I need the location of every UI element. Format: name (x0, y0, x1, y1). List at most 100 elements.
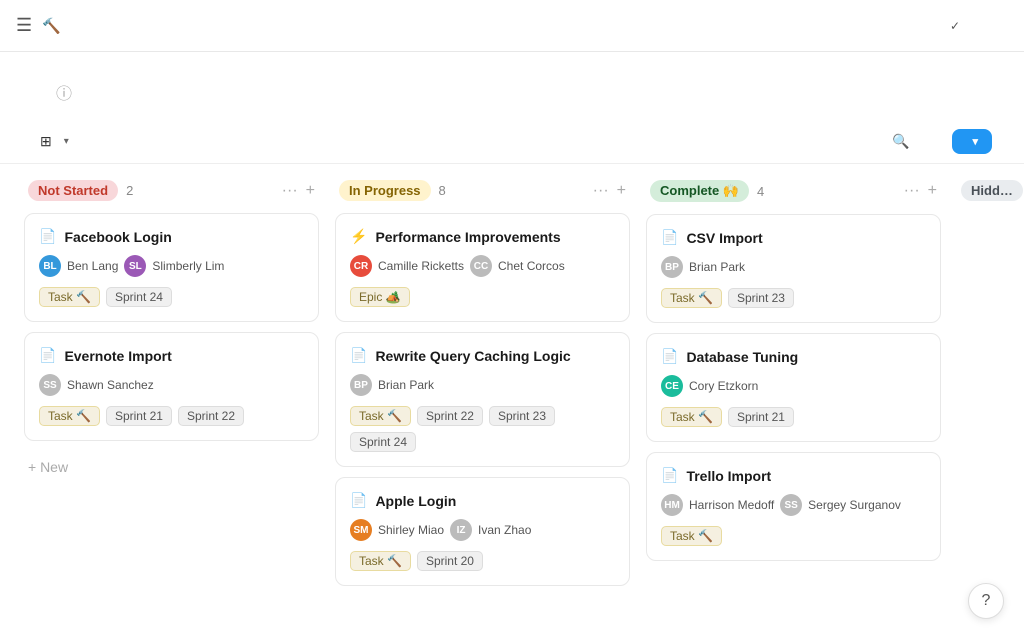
filter-button[interactable] (834, 138, 854, 146)
column-hidden: Hidd…···+ (957, 180, 1024, 601)
card[interactable]: 📄Rewrite Query Caching LogicBPBrian Park… (335, 332, 630, 467)
column-actions-complete: ··· + (904, 182, 937, 200)
avatar: BP (350, 374, 372, 396)
card-tags: Task 🔨 Sprint 22 Sprint 23 Sprint 24 (350, 406, 615, 452)
tag[interactable]: Sprint 22 (417, 406, 483, 426)
card-tags: Task 🔨 Sprint 24 (39, 287, 304, 307)
card[interactable]: 📄Database Tuning CE Cory Etzkorn Task 🔨 Spri… (646, 333, 941, 442)
tag[interactable]: Task 🔨 (39, 406, 100, 426)
search-button[interactable]: 🔍 (882, 129, 924, 154)
card-tags: Task 🔨 Sprint 21 Sprint 22 (39, 406, 304, 426)
col-add-icon[interactable]: + (928, 182, 937, 200)
avatar-name: Cory Etzkorn (689, 379, 758, 393)
tag[interactable]: Sprint 21 (106, 406, 172, 426)
doc-icon: 📄 (350, 492, 367, 509)
doc-icon: 📄 (661, 348, 678, 365)
avatar-name: Ivan Zhao (478, 523, 531, 537)
avatar: CR (350, 255, 372, 277)
col-more-icon[interactable]: ··· (282, 182, 298, 200)
page-header: ⓘ (0, 52, 1024, 120)
tag[interactable]: Sprint 23 (489, 406, 555, 426)
sort-button[interactable] (858, 138, 878, 146)
add-new-button[interactable]: + New (24, 451, 319, 483)
card[interactable]: 📄CSV Import BP Brian Park Task 🔨 Sprint 23 (646, 214, 941, 323)
card-title: 📄CSV Import (661, 229, 926, 246)
card-avatars: CRCamille RickettsCCChet Corcos (350, 255, 615, 277)
tag[interactable]: Task 🔨 (350, 551, 411, 571)
tag[interactable]: Task 🔨 (350, 406, 411, 426)
card-title: 📄Database Tuning (661, 348, 926, 365)
column-header-in-progress: In Progress8···+ (335, 180, 630, 201)
card-tags: Task 🔨 Sprint 23 (661, 288, 926, 308)
card[interactable]: 📄Trello ImportHMHarrison MedoffSSSergey … (646, 452, 941, 561)
tag[interactable]: Sprint 21 (728, 407, 794, 427)
avatar: BP (661, 256, 683, 278)
doc-icon: 📄 (39, 347, 56, 364)
col-more-icon[interactable]: ··· (593, 182, 609, 200)
col-add-icon[interactable]: + (617, 182, 626, 200)
tag[interactable]: Task 🔨 (39, 287, 100, 307)
toolbar-right: 🔍 ▾ (772, 129, 992, 154)
avatar: SM (350, 519, 372, 541)
lightning-icon: ⚡ (350, 228, 367, 245)
card-avatars: BP Brian Park (661, 256, 926, 278)
tag[interactable]: Sprint 23 (728, 288, 794, 308)
tag[interactable]: Sprint 20 (417, 551, 483, 571)
avatar: CE (661, 375, 683, 397)
avatar-name: Slimberly Lim (152, 259, 224, 273)
new-button[interactable]: ▾ (952, 129, 992, 154)
card-avatars: SMShirley MiaoIZIvan Zhao (350, 519, 615, 541)
tag[interactable]: Epic 🏕️ (350, 287, 410, 307)
column-actions-not-started: ··· + (282, 182, 315, 200)
col-add-icon[interactable]: + (306, 182, 315, 200)
toolbar: ⊞ ▾ 🔍 ▾ (0, 120, 1024, 164)
card[interactable]: 📄Apple Login SMShirley MiaoIZIvan Zhao Tas… (335, 477, 630, 586)
card-title: 📄Facebook Login (39, 228, 304, 245)
card-tags: Task 🔨 Sprint 20 (350, 551, 615, 571)
tag[interactable]: Sprint 24 (350, 432, 416, 452)
doc-icon: 📄 (661, 467, 678, 484)
card-avatars: CE Cory Etzkorn (661, 375, 926, 397)
board: Not Started2···+📄Facebook LoginBLBen Lan… (0, 164, 1024, 617)
status-badge-in-progress[interactable]: In Progress (339, 180, 431, 201)
status-badge-hidden[interactable]: Hidd… (961, 180, 1023, 201)
avatar-name: Shawn Sanchez (67, 378, 154, 392)
avatar: SS (780, 494, 802, 516)
tag[interactable]: Sprint 22 (178, 406, 244, 426)
doc-icon: 📄 (39, 228, 56, 245)
avatar-name: Ben Lang (67, 259, 118, 273)
card-title: 📄Apple Login (350, 492, 615, 509)
grid-icon: ⊞ (40, 133, 52, 150)
toolbar-more-button[interactable] (928, 138, 948, 146)
card-title: 📄Rewrite Query Caching Logic (350, 347, 615, 364)
status-badge-not-started[interactable]: Not Started (28, 180, 118, 201)
card[interactable]: 📄Facebook LoginBLBen LangSLSlimberly Lim… (24, 213, 319, 322)
by-status-button[interactable]: ⊞ ▾ (32, 129, 77, 154)
avatar: CC (470, 255, 492, 277)
card-title: 📄Evernote Import (39, 347, 304, 364)
group-by-button[interactable] (796, 130, 830, 154)
status-badge-complete[interactable]: Complete 🙌 (650, 180, 749, 202)
check-icon: ✓ (950, 19, 960, 33)
avatar-name: Brian Park (689, 260, 745, 274)
tag[interactable]: Sprint 24 (106, 287, 172, 307)
search-icon: 🔍 (892, 133, 909, 150)
info-icon[interactable]: ⓘ (56, 80, 72, 104)
tag[interactable]: Task 🔨 (661, 526, 722, 546)
menu-icon[interactable]: ☰ (16, 15, 32, 36)
card-title: ⚡Performance Improvements (350, 228, 615, 245)
tag[interactable]: Task 🔨 (661, 288, 722, 308)
help-button[interactable]: ? (968, 583, 1004, 619)
column-not-started: Not Started2···+📄Facebook LoginBLBen Lan… (24, 180, 319, 601)
doc-icon: 📄 (661, 229, 678, 246)
card[interactable]: 📄Evernote ImportSSShawn SanchezTask 🔨Spr… (24, 332, 319, 441)
new-chevron-icon: ▾ (972, 135, 978, 148)
card-tags: Epic 🏕️ (350, 287, 615, 307)
avatar-name: Camille Ricketts (378, 259, 464, 273)
nav-left: ☰ 🔨 (16, 15, 67, 36)
col-more-icon[interactable]: ··· (904, 182, 920, 200)
card[interactable]: ⚡Performance Improvements CR Camille Ricke… (335, 213, 630, 322)
tag[interactable]: Task 🔨 (661, 407, 722, 427)
column-header-not-started: Not Started2···+ (24, 180, 319, 201)
properties-button[interactable] (772, 138, 792, 146)
